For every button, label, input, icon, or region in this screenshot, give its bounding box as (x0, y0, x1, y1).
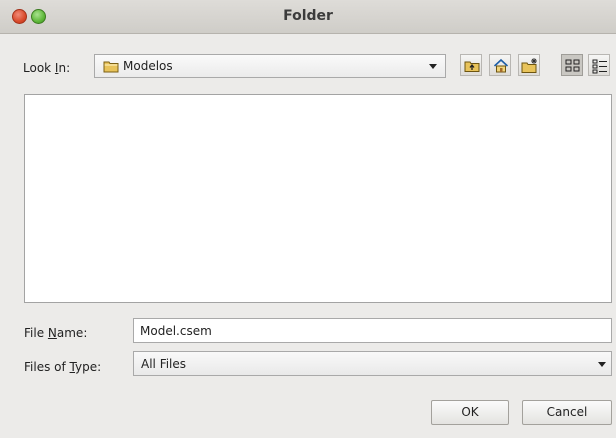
details-view-button[interactable] (588, 54, 610, 76)
chevron-down-icon (429, 64, 437, 69)
file-type-label: Files of Type: (24, 360, 102, 374)
file-type-combobox[interactable]: All Files (133, 351, 612, 376)
folder-icon (103, 60, 119, 76)
file-list[interactable] (24, 94, 612, 303)
cancel-button[interactable]: Cancel (522, 400, 612, 425)
file-name-label: File Name: (24, 326, 88, 340)
chevron-down-icon (598, 362, 606, 367)
look-in-combobox[interactable]: Modelos (94, 54, 446, 78)
file-type-value: All Files (141, 357, 187, 371)
list-view-button[interactable] (561, 54, 583, 76)
file-chooser-dialog: Folder Look In: Modelos File Name: Model… (0, 0, 616, 438)
new-folder-button[interactable] (518, 54, 540, 76)
look-in-value: Modelos (123, 59, 173, 73)
title-bar[interactable]: Folder (0, 0, 616, 34)
up-one-level-button[interactable] (460, 54, 482, 76)
home-button[interactable] (489, 54, 511, 76)
window-title: Folder (283, 8, 333, 24)
look-in-label: Look In: (23, 61, 71, 75)
file-name-input[interactable] (133, 318, 612, 343)
ok-button[interactable]: OK (431, 400, 509, 425)
